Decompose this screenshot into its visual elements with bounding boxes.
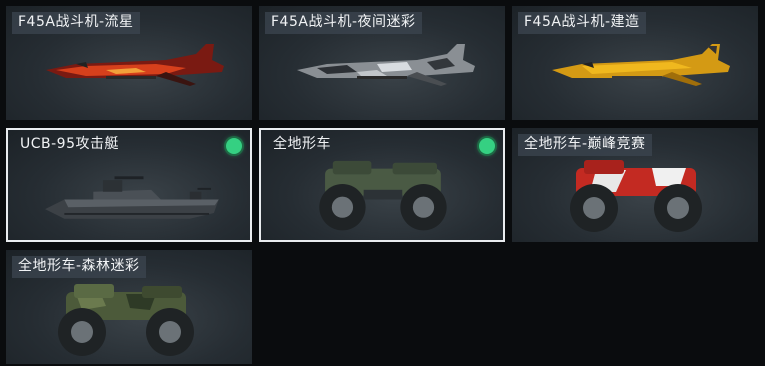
vehicle-card-label: 全地形车 xyxy=(273,136,331,152)
equipped-indicator-icon xyxy=(226,138,242,154)
vehicle-skin-grid: F45A战斗机-流星 F45A战斗机-夜间迷彩 F45A战斗机-建造 UCB-9… xyxy=(0,0,765,366)
vehicle-card-label: F45A战斗机-流星 xyxy=(12,12,140,34)
vehicle-card-label: UCB-95攻击艇 xyxy=(20,136,119,152)
vehicle-card-f45a-meteor[interactable]: F45A战斗机-流星 xyxy=(6,6,252,120)
vehicle-card-f45a-build[interactable]: F45A战斗机-建造 xyxy=(512,6,758,120)
vehicle-card-label: 全地形车-森林迷彩 xyxy=(12,256,146,278)
vehicle-card-atv[interactable]: 全地形车 xyxy=(259,128,505,242)
equipped-indicator-icon xyxy=(479,138,495,154)
vehicle-card-f45a-night-camo[interactable]: F45A战斗机-夜间迷彩 xyxy=(259,6,505,120)
vehicle-card-label: F45A战斗机-夜间迷彩 xyxy=(265,12,422,34)
vehicle-card-atv-peak-race[interactable]: 全地形车-巅峰竞赛 xyxy=(512,128,758,242)
vehicle-card-label: 全地形车-巅峰竞赛 xyxy=(518,134,652,156)
vehicle-card-atv-forest-camo[interactable]: 全地形车-森林迷彩 xyxy=(6,250,252,364)
vehicle-card-label: F45A战斗机-建造 xyxy=(518,12,646,34)
vehicle-card-ucb95-attack-boat[interactable]: UCB-95攻击艇 xyxy=(6,128,252,242)
